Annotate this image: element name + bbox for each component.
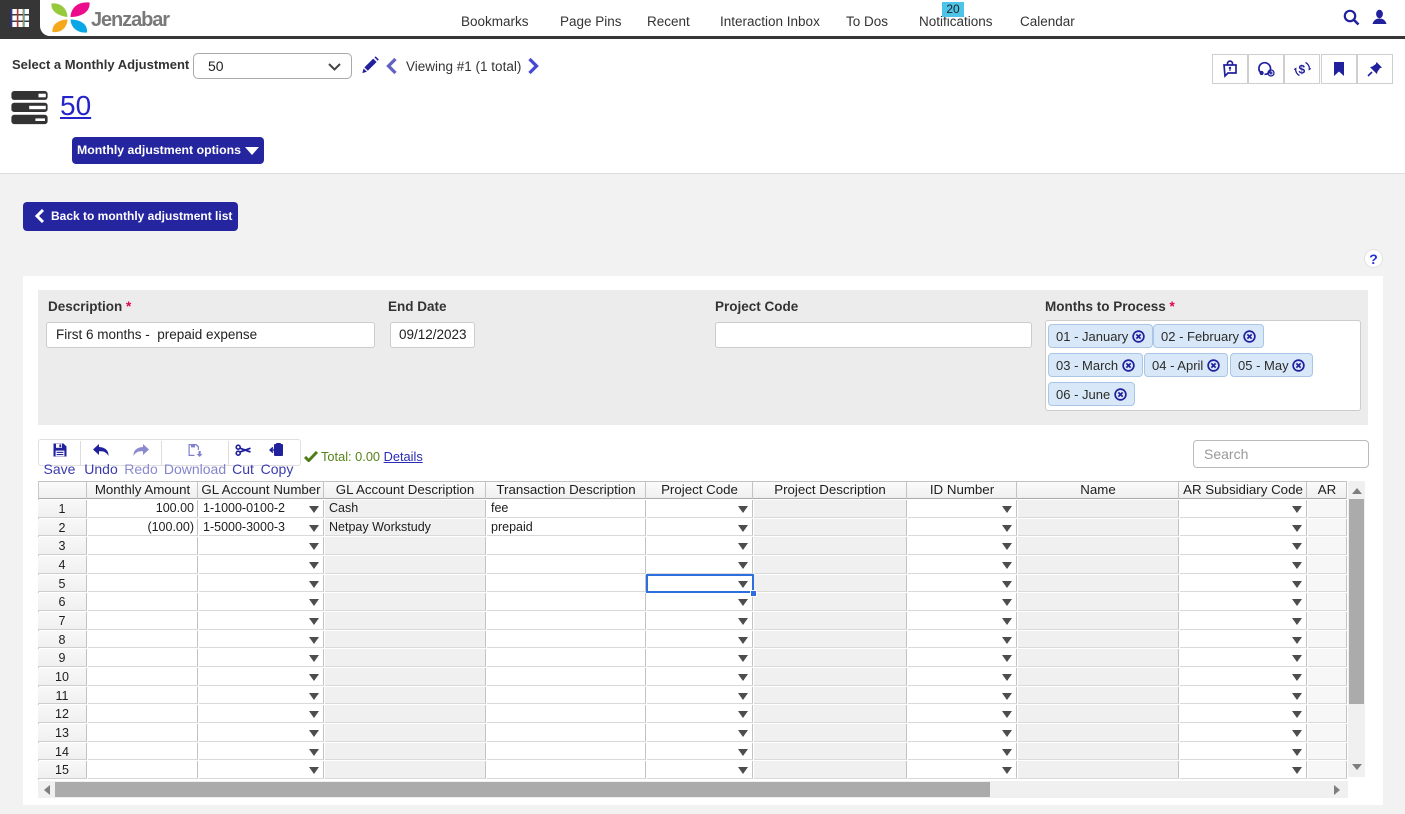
svg-text:$: $ (1298, 62, 1305, 76)
